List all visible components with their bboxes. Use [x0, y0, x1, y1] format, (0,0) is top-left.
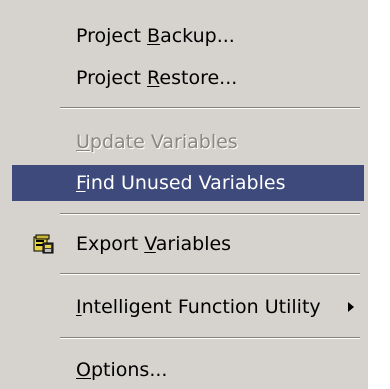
- menu-separator: [60, 107, 360, 109]
- menu-item-label: Update Variables: [76, 131, 238, 153]
- submenu-arrow-icon: [348, 302, 354, 312]
- menu-item-label: Export Variables: [76, 233, 232, 255]
- menu-item-project-restore[interactable]: Project Restore...: [12, 60, 364, 96]
- menu-item-project-backup[interactable]: Project Backup...: [12, 18, 364, 54]
- menu-item-label: Intelligent Function Utility: [76, 296, 321, 318]
- menu-item-label: Project Restore...: [76, 67, 238, 89]
- export-variables-icon: [33, 234, 54, 254]
- menu-item-label: Project Backup...: [76, 25, 235, 47]
- menu-item-label: Options...: [76, 359, 168, 381]
- menu-item-export-variables[interactable]: Export Variables: [12, 226, 364, 262]
- context-menu: Project Backup... Project Restore... Upd…: [0, 0, 368, 389]
- menu-item-find-unused-variables[interactable]: Find Unused Variables: [12, 165, 364, 201]
- menu-item-update-variables: Update Variables: [12, 124, 364, 160]
- menu-separator: [60, 213, 360, 215]
- menu-separator: [60, 337, 360, 339]
- menu-item-options[interactable]: Options...: [12, 352, 364, 388]
- menu-separator: [60, 273, 360, 275]
- menu-item-label: Find Unused Variables: [76, 172, 286, 194]
- menu-item-intelligent-function-utility[interactable]: Intelligent Function Utility: [12, 289, 364, 325]
